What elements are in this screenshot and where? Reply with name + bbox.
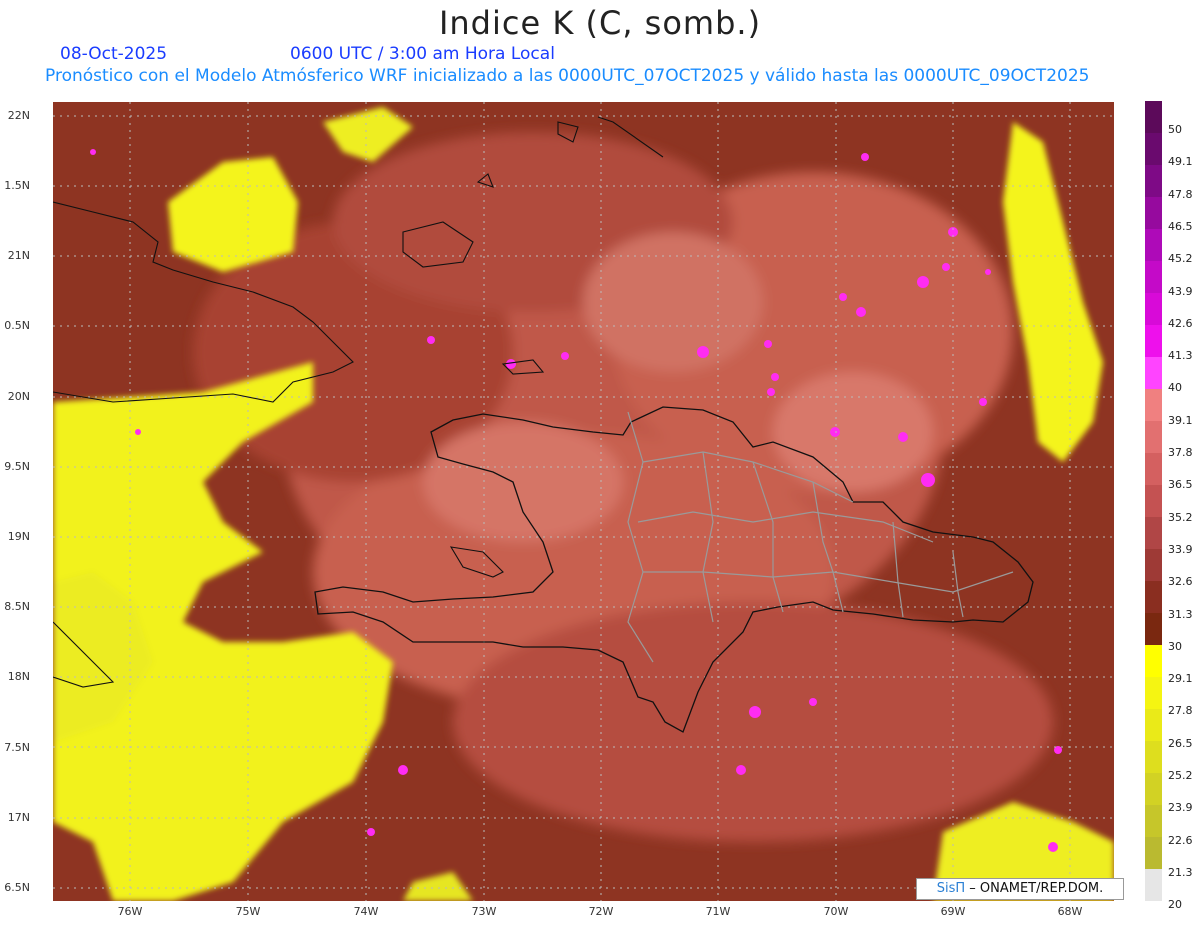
lon-label: 76W <box>117 905 143 918</box>
colorbar-label: 49.1 <box>1168 155 1193 169</box>
colorbar-segment <box>1145 165 1162 197</box>
colorbar-label: 40 <box>1168 381 1182 395</box>
colorbar-segment <box>1145 101 1162 133</box>
colorbar-label: 20 <box>1168 898 1182 912</box>
colorbar-label: 29.1 <box>1168 672 1193 686</box>
lat-label: 7.5N <box>4 741 30 754</box>
colorbar-label: 50 <box>1168 123 1182 136</box>
colorbar-label: 41.3 <box>1168 349 1193 363</box>
colorbar-label: 32.6 <box>1168 575 1193 589</box>
lat-label: 6.5N <box>4 881 30 894</box>
lat-label: 21N <box>7 249 30 262</box>
map-canvas <box>52 102 1114 901</box>
colorbar-segment <box>1145 709 1162 741</box>
colorbar-segment <box>1145 389 1162 421</box>
colorbar-segment <box>1145 549 1162 581</box>
colorbar-label: 43.9 <box>1168 284 1193 298</box>
lon-label: 69W <box>940 905 966 918</box>
colorbar-segment <box>1145 773 1162 805</box>
lat-label: 17N <box>7 811 30 824</box>
lon-label: 73W <box>471 905 497 918</box>
colorbar <box>1145 101 1162 901</box>
colorbar-label: 30 <box>1168 639 1182 653</box>
colorbar-segment <box>1145 261 1162 293</box>
map-title: Indice K (C, somb.) <box>438 4 762 42</box>
colorbar-segment <box>1145 357 1162 389</box>
colorbar-label: 37.8 <box>1168 446 1193 459</box>
lon-label: 72W <box>588 905 614 918</box>
colorbar-segment <box>1145 293 1162 325</box>
colorbar-label: 39.1 <box>1168 413 1193 427</box>
lon-label: 71W <box>705 905 731 918</box>
colorbar-segment <box>1145 453 1162 485</box>
sispi-logo: SisΠ <box>936 881 966 896</box>
colorbar-label: 26.5 <box>1168 736 1193 750</box>
lon-label: 75W <box>235 905 261 918</box>
colorbar-segment <box>1145 229 1162 261</box>
colorbar-segment <box>1145 677 1162 709</box>
credit-box: SisΠ – ONAMET/REP.DOM. <box>916 878 1124 900</box>
colorbar-label: 33.9 <box>1168 542 1193 556</box>
colorbar-label: 47.8 <box>1168 187 1193 201</box>
colorbar-segment <box>1145 581 1162 613</box>
lon-label: 68W <box>1057 905 1083 918</box>
lat-label: 8.5N <box>4 600 30 613</box>
forecast-subtitle: Pronóstico con el Modelo Atmósferico WRF… <box>45 66 1090 86</box>
forecast-date: 08-Oct-2025 <box>60 44 168 64</box>
colorbar-label: 23.9 <box>1168 801 1193 815</box>
colorbar-segment <box>1145 421 1162 453</box>
lat-label: 0.5N <box>4 319 30 332</box>
colorbar-segment <box>1145 837 1162 869</box>
lat-label: 18N <box>7 670 30 683</box>
credit-text: – ONAMET/REP.DOM. <box>969 881 1104 896</box>
colorbar-segment <box>1145 869 1162 901</box>
colorbar-label: 25.2 <box>1168 769 1193 782</box>
colorbar-segment <box>1145 197 1162 229</box>
colorbar-label: 21.3 <box>1168 865 1193 879</box>
colorbar-label: 31.3 <box>1168 607 1193 621</box>
colorbar-segment <box>1145 325 1162 357</box>
lat-label: 22N <box>7 109 30 122</box>
colorbar-label: 36.5 <box>1168 478 1193 492</box>
lat-label: 9.5N <box>4 460 30 473</box>
lon-label: 70W <box>823 905 849 918</box>
lat-label: 1.5N <box>4 179 30 192</box>
colorbar-segment <box>1145 133 1162 165</box>
colorbar-segment <box>1145 485 1162 517</box>
colorbar-segment <box>1145 741 1162 773</box>
colorbar-label: 45.2 <box>1168 252 1193 266</box>
colorbar-segment <box>1145 613 1162 645</box>
colorbar-segment <box>1145 805 1162 837</box>
lon-label: 74W <box>353 905 379 918</box>
colorbar-label: 42.6 <box>1168 316 1193 330</box>
lat-label: 19N <box>7 530 30 543</box>
colorbar-segment <box>1145 645 1162 677</box>
colorbar-label: 27.8 <box>1168 704 1193 718</box>
forecast-time: 0600 UTC / 3:00 am Hora Local <box>290 44 555 64</box>
colorbar-segment <box>1145 517 1162 549</box>
colorbar-label: 46.5 <box>1168 219 1193 233</box>
colorbar-label: 22.6 <box>1168 833 1193 847</box>
colorbar-label: 35.2 <box>1168 510 1193 524</box>
lat-label: 20N <box>7 390 30 403</box>
k-index-map <box>52 102 1114 901</box>
